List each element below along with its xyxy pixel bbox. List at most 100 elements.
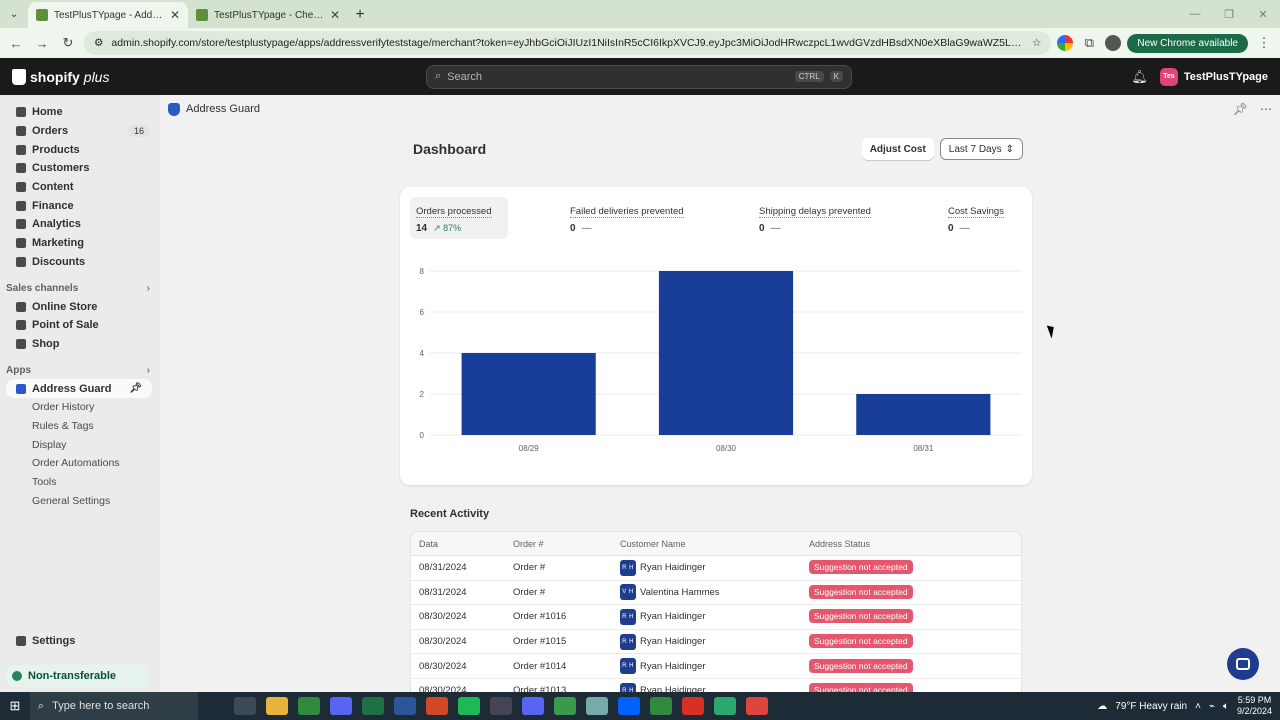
- chat-support-button[interactable]: [1227, 648, 1259, 680]
- dropbox-icon[interactable]: [618, 697, 640, 715]
- address-bar[interactable]: ⚙ admin.shopify.com/store/testplustypage…: [84, 31, 1052, 55]
- volume-icon[interactable]: 🔈︎: [1223, 701, 1229, 712]
- clock[interactable]: 5:59 PM 9/2/2024: [1237, 695, 1272, 717]
- weather-text[interactable]: 79°F Heavy rain: [1115, 701, 1187, 712]
- chevron-up-icon[interactable]: ˄: [1195, 701, 1201, 712]
- new-tab-button[interactable]: +: [348, 2, 372, 28]
- close-tab-icon[interactable]: ✕: [170, 8, 180, 22]
- windows-start-icon[interactable]: ⊞: [0, 698, 30, 714]
- bookmark-star-icon[interactable]: ☆: [1032, 37, 1041, 49]
- row-customer[interactable]: R H Ryan Haidinger: [620, 633, 809, 650]
- sidebar-item-home[interactable]: Home: [0, 103, 160, 122]
- row-order-number[interactable]: Order #: [513, 587, 620, 598]
- sidebar-item-analytics[interactable]: Analytics: [0, 215, 160, 234]
- table-row[interactable]: 08/31/2024 Order # V H Valentina Hammes Sugg…: [411, 581, 1021, 606]
- sidebar-subitem-general-settings[interactable]: General Settings: [0, 491, 160, 510]
- shopify-plus-logo[interactable]: shopify plus: [12, 68, 426, 85]
- extensions-puzzle-icon[interactable]: ⧉: [1079, 35, 1099, 51]
- more-options-icon[interactable]: ⋯: [1260, 102, 1272, 116]
- settings-app-icon[interactable]: [330, 697, 352, 715]
- browser-tab[interactable]: TestPlusTYpage - Checkout - Sh ✕: [188, 2, 348, 28]
- row-customer[interactable]: V H Valentina Hammes: [620, 584, 809, 601]
- sidebar-subitem-order-history[interactable]: Order History: [0, 398, 160, 417]
- row-order-number[interactable]: Order #1015: [513, 636, 620, 647]
- sidebar-item-address-guard[interactable]: Address Guard 📌︎: [6, 379, 152, 398]
- network-icon[interactable]: ⌁: [1209, 701, 1215, 712]
- sidebar-subitem-rules-tags[interactable]: Rules & Tags: [0, 417, 160, 436]
- sidebar-item-settings[interactable]: Settings: [0, 632, 160, 651]
- row-customer[interactable]: R H Ryan Haidinger: [620, 682, 809, 692]
- row-order-number[interactable]: Order #1016: [513, 611, 620, 622]
- app-icon[interactable]: [746, 697, 768, 715]
- sidebar-item-finance[interactable]: Finance: [0, 196, 160, 215]
- powerpoint-icon[interactable]: [426, 697, 448, 715]
- app-icon[interactable]: [554, 697, 576, 715]
- profile-avatar-icon[interactable]: [1105, 35, 1122, 51]
- new-chrome-available-button[interactable]: New Chrome available: [1127, 33, 1248, 53]
- sidebar-subitem-tools[interactable]: Tools: [0, 473, 160, 492]
- site-info-icon[interactable]: ⚙: [94, 37, 103, 49]
- row-order-number[interactable]: Order #: [513, 562, 620, 573]
- back-icon[interactable]: ←: [6, 36, 26, 51]
- file-explorer-icon[interactable]: [266, 697, 288, 715]
- metric-failed-deliveries[interactable]: Failed deliveries prevented 0—: [564, 197, 734, 239]
- non-transferable-banner[interactable]: Non-transferable: [6, 665, 148, 687]
- date-range-select[interactable]: Last 7 Days ⇕: [939, 138, 1023, 160]
- sidebar-item-online-store[interactable]: Online Store: [0, 297, 160, 316]
- row-customer[interactable]: R H Ryan Haidinger: [620, 608, 809, 625]
- reload-icon[interactable]: ↻: [58, 35, 78, 51]
- discord-icon[interactable]: [522, 697, 544, 715]
- column-header-order[interactable]: Order #: [513, 539, 620, 549]
- row-customer[interactable]: R H Ryan Haidinger: [620, 658, 809, 675]
- app-icon[interactable]: [586, 697, 608, 715]
- row-customer[interactable]: R H Ryan Haidinger: [620, 559, 809, 576]
- column-header-status[interactable]: Address Status: [809, 539, 1021, 549]
- chrome-icon[interactable]: [650, 697, 672, 715]
- task-view-icon[interactable]: [234, 697, 256, 715]
- close-tab-icon[interactable]: ✕: [330, 8, 340, 22]
- minimize-icon[interactable]: —: [1178, 0, 1212, 28]
- chrome-icon[interactable]: [682, 697, 704, 715]
- table-row[interactable]: 08/30/2024 Order #1013 R H Ryan Haidinger Su…: [411, 679, 1021, 692]
- notifications-bell-icon[interactable]: 🔔︎: [1131, 69, 1148, 85]
- row-order-number[interactable]: Order #1013: [513, 685, 620, 692]
- sidebar-item-content[interactable]: Content: [0, 178, 160, 197]
- browser-tab-active[interactable]: TestPlusTYpage - Address Guard ✕: [28, 2, 188, 28]
- tab-search-icon[interactable]: ⌄: [0, 0, 28, 28]
- adjust-cost-button[interactable]: Adjust Cost: [861, 138, 934, 160]
- extension-icon[interactable]: [1057, 35, 1074, 51]
- sales-channels-section[interactable]: Sales channels ›: [0, 279, 160, 297]
- app-icon[interactable]: [490, 697, 512, 715]
- store-menu[interactable]: Tes TestPlusTYpage: [1159, 67, 1268, 86]
- sidebar-item-products[interactable]: Products: [0, 140, 160, 159]
- sidebar-item-shop[interactable]: Shop: [0, 335, 160, 354]
- app-icon[interactable]: [714, 697, 736, 715]
- close-window-icon[interactable]: ✕: [1246, 0, 1280, 28]
- sidebar-item-discounts[interactable]: Discounts: [0, 253, 160, 272]
- sidebar-item-point-of-sale[interactable]: Point of Sale: [0, 316, 160, 335]
- row-order-number[interactable]: Order #1014: [513, 661, 620, 672]
- sidebar-item-orders[interactable]: Orders 16: [0, 122, 160, 141]
- restore-icon[interactable]: ❐: [1212, 0, 1246, 28]
- metric-cost-savings[interactable]: Cost Savings 0—: [942, 197, 1022, 239]
- table-row[interactable]: 08/30/2024 Order #1014 R H Ryan Haidinger Su…: [411, 654, 1021, 679]
- sidebar-item-customers[interactable]: Customers: [0, 159, 160, 178]
- admin-search-input[interactable]: ⌕ Search CTRL K: [426, 64, 852, 89]
- sidebar-item-marketing[interactable]: Marketing: [0, 234, 160, 253]
- chrome-menu-icon[interactable]: ⋮: [1254, 35, 1274, 51]
- apps-section[interactable]: Apps ›: [0, 361, 160, 379]
- word-icon[interactable]: [394, 697, 416, 715]
- metric-shipping-delays[interactable]: Shipping delays prevented 0—: [753, 197, 923, 239]
- spotify-icon[interactable]: [458, 697, 480, 715]
- excel-icon[interactable]: [362, 697, 384, 715]
- table-row[interactable]: 08/30/2024 Order #1015 R H Ryan Haidinger Su…: [411, 630, 1021, 655]
- sidebar-subitem-display[interactable]: Display: [0, 435, 160, 454]
- metric-orders-processed[interactable]: Orders processed 14 ↗ 87%: [410, 197, 508, 239]
- table-row[interactable]: 08/31/2024 Order # R H Ryan Haidinger Sugges…: [411, 556, 1021, 581]
- sidebar-subitem-order-automations[interactable]: Order Automations: [0, 454, 160, 473]
- pin-icon[interactable]: 📌︎: [129, 383, 142, 394]
- forward-icon[interactable]: →: [32, 36, 52, 51]
- column-header-customer[interactable]: Customer Name: [620, 539, 809, 549]
- column-header-date[interactable]: Data: [411, 539, 513, 549]
- taskbar-search-input[interactable]: ⌕ Type here to search: [30, 692, 198, 720]
